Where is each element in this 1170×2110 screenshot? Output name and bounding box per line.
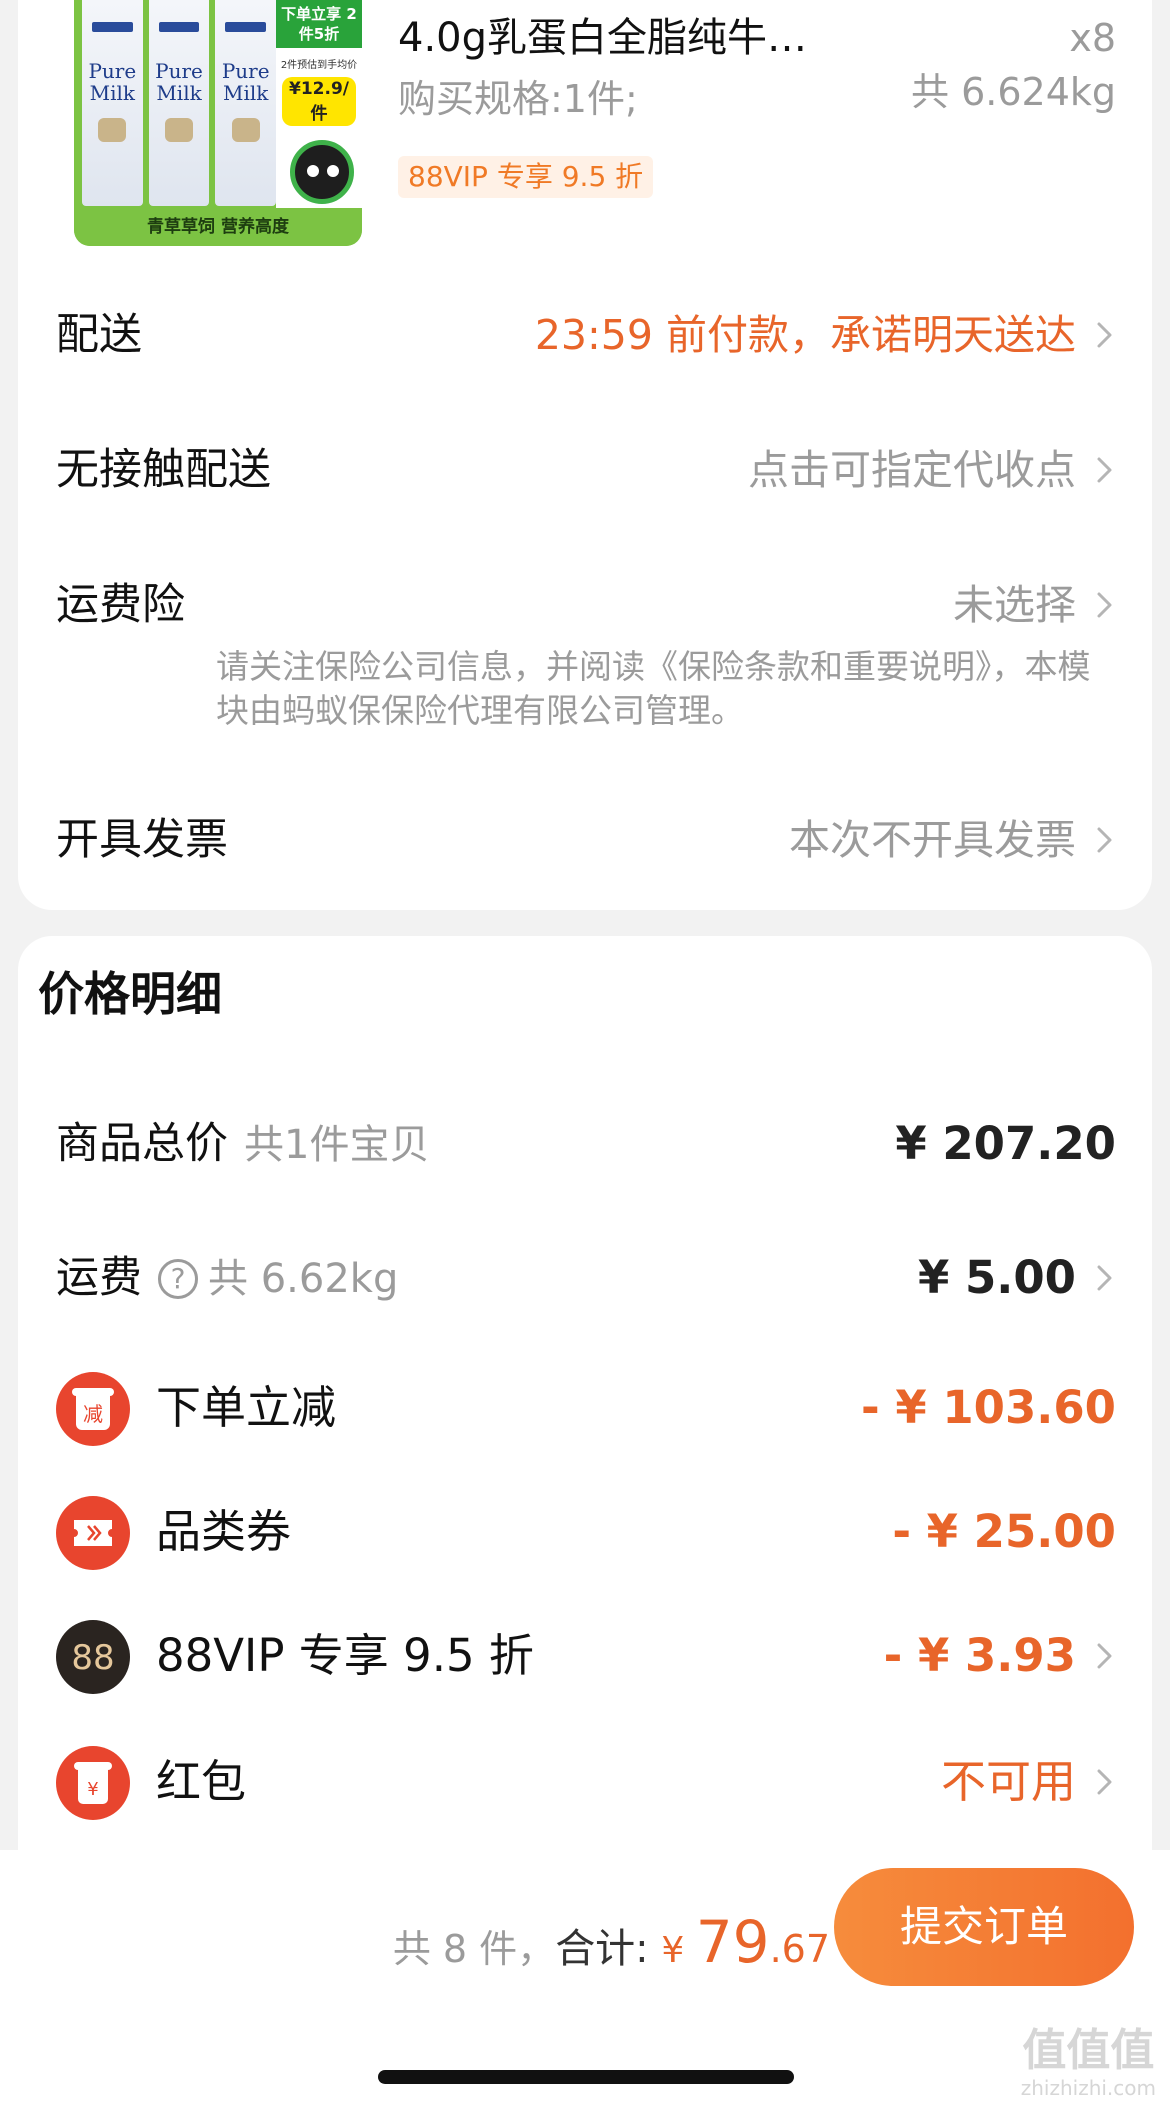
total-amount-decimal: .67 (769, 1927, 830, 1971)
total-currency: ¥ (661, 1930, 696, 1971)
shipping-fee-label-group: 运费? 共 6.62kg (56, 1238, 398, 1319)
chevron-right-icon (1094, 1642, 1116, 1670)
instant-discount-value: - ¥ 103.60 (861, 1381, 1116, 1434)
chevron-right-icon (1094, 826, 1116, 854)
product-spec[interactable]: 购买规格:1件; (398, 74, 638, 124)
instant-discount-row: 减 下单立减 - ¥ 103.60 (56, 1368, 1116, 1448)
promo-price: ¥12.9/件 (282, 77, 356, 126)
product-image[interactable]: Pure Milk Pure Milk Pure Milk 下单立享 2件5折 … (74, 0, 362, 246)
product-quantity: x8 (1069, 16, 1116, 60)
vip-discount-label: 88VIP 专享 9.5 折 (156, 1629, 534, 1682)
product-image-banner: 青草草饲 营养高度 (74, 208, 362, 246)
order-total: 共 8 件，合计: ¥ 79.67 (393, 1902, 830, 1997)
svg-text:88: 88 (71, 1638, 114, 1678)
tmall-cat-mascot-icon (290, 140, 354, 204)
product-title[interactable]: 4.0g乳蛋白全脂纯牛… (398, 12, 918, 64)
red-packet-row[interactable]: ¥ 红包 不可用 (56, 1742, 1116, 1822)
contactless-delivery-row[interactable]: 无接触配送 点击可指定代收点 (56, 430, 1116, 510)
shipping-fee-value: ¥ 5.00 (917, 1251, 1076, 1304)
milk-cartons: Pure Milk Pure Milk Pure Milk (82, 0, 277, 206)
submit-order-button[interactable]: 提交订单 (834, 1868, 1134, 1986)
delivery-label: 配送 (56, 310, 142, 360)
chevron-right-icon (1094, 321, 1116, 349)
goods-total-label-group: 商品总价 共1件宝贝 (56, 1104, 429, 1185)
insurance-terms-note[interactable]: 请关注保险公司信息，并阅读《保险条款和重要说明》，本模块由蚂蚁保保险代理有限公司… (216, 645, 1096, 733)
invoice-label: 开具发票 (56, 815, 228, 865)
shipping-weight: 共 6.62kg (208, 1256, 399, 1302)
vip-discount-row[interactable]: 88 88VIP 专享 9.5 折 - ¥ 3.93 (56, 1616, 1116, 1696)
goods-count: 共1件宝贝 (244, 1122, 430, 1168)
chevron-right-icon (1094, 456, 1116, 484)
svg-text:¥: ¥ (87, 1779, 98, 1800)
goods-total-row: 商品总价 共1件宝贝 ¥ 207.20 (56, 1104, 1116, 1184)
shipping-fee-label: 运费 (56, 1253, 142, 1303)
contactless-delivery-value: 点击可指定代收点 (748, 446, 1076, 494)
goods-total-label: 商品总价 (56, 1119, 228, 1169)
red-packet-label: 红包 (156, 1755, 247, 1808)
vip-discount-value: - ¥ 3.93 (883, 1629, 1076, 1682)
category-coupon-value: - ¥ 25.00 (892, 1505, 1116, 1558)
red-packet-icon: ¥ (56, 1746, 130, 1820)
shipping-insurance-value: 未选择 (953, 581, 1076, 629)
88vip-badge-icon: 88 (56, 1620, 130, 1694)
shipping-fee-row[interactable]: 运费? 共 6.62kg ¥ 5.00 (56, 1238, 1116, 1318)
product-weight: 共 6.624kg (911, 70, 1116, 114)
invoice-value: 本次不开具发票 (789, 816, 1076, 864)
coupon-ticket-icon (56, 1496, 130, 1570)
delivery-value: 23:59 前付款，承诺明天送达 (534, 311, 1076, 359)
chevron-right-icon (1094, 1264, 1116, 1292)
vip-discount-tag: 88VIP 专享 9.5 折 (398, 156, 654, 198)
goods-total-value: ¥ 207.20 (895, 1117, 1116, 1170)
home-indicator[interactable] (378, 2070, 794, 2084)
instant-discount-label: 下单立减 (156, 1381, 337, 1434)
price-detail-title: 价格明细 (38, 967, 222, 1021)
help-question-icon[interactable]: ? (158, 1259, 198, 1299)
svg-text:减: 减 (83, 1402, 103, 1426)
item-count: 共 8 件， (392, 1927, 556, 1971)
delivery-row[interactable]: 配送 23:59 前付款，承诺明天送达 (56, 295, 1116, 375)
invoice-row[interactable]: 开具发票 本次不开具发票 (56, 800, 1116, 880)
shipping-insurance-label: 运费险 (56, 580, 185, 630)
category-coupon-row: 品类券 - ¥ 25.00 (56, 1492, 1116, 1572)
shipping-insurance-row[interactable]: 运费险 未选择 (56, 565, 1116, 645)
chevron-right-icon (1094, 1768, 1116, 1796)
total-amount-integer: 79 (695, 1908, 770, 1976)
discount-badge-icon: 减 (56, 1372, 130, 1446)
category-coupon-label: 品类券 (156, 1505, 292, 1558)
watermark: 值值值 zhizhizhi.com (1020, 2025, 1156, 2101)
red-packet-value: 不可用 (940, 1755, 1076, 1808)
total-label: 合计: (555, 1926, 662, 1972)
chevron-right-icon (1094, 591, 1116, 619)
promo-subline: 2件预估到手均价 (280, 60, 358, 71)
promo-headline: 下单立享 2件5折 (276, 0, 362, 48)
contactless-delivery-label: 无接触配送 (56, 445, 271, 495)
product-promo-box: 下单立享 2件5折 2件预估到手均价 ¥12.9/件 (276, 0, 362, 210)
order-options-card: Pure Milk Pure Milk Pure Milk 下单立享 2件5折 … (18, 0, 1152, 910)
